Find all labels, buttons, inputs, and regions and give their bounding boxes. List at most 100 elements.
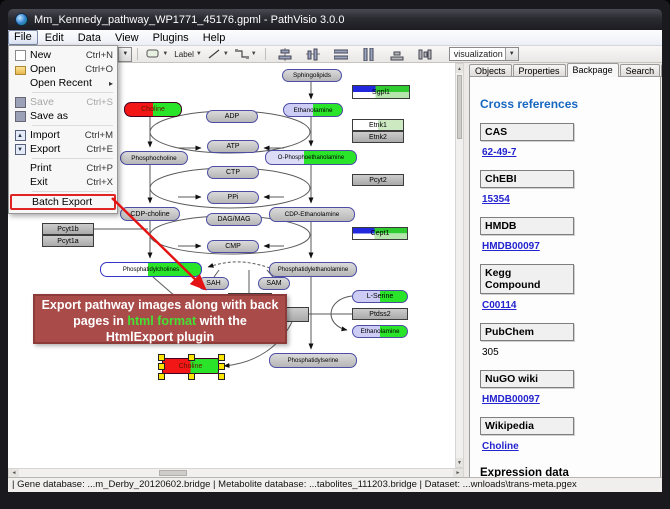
pathway-node-atp[interactable]: ATP <box>207 140 259 153</box>
pathway-node-pcyt1b[interactable]: Pcyt1b <box>42 223 94 235</box>
pathway-node-cmp[interactable]: CMP <box>207 240 259 253</box>
toolbar-separator <box>137 48 138 60</box>
menu-view[interactable]: View <box>108 31 146 45</box>
pathway-node-ppi[interactable]: PPi <box>207 191 259 204</box>
application-body: FileEditDataViewPluginsHelp Zoom: 100% ▼… <box>8 30 662 492</box>
datanode-tool-button[interactable]: ▼ <box>145 47 169 62</box>
scrollbar-thumb[interactable] <box>457 75 462 139</box>
align-middle-button[interactable] <box>305 47 321 62</box>
open-folder-icon <box>10 64 30 75</box>
selection-handle[interactable] <box>158 363 165 370</box>
file-menu-item-export[interactable]: ▼ExportCtrl+E <box>10 142 116 156</box>
connector-tool-button[interactable]: ▼ <box>234 47 258 62</box>
chevron-down-icon[interactable]: ▼ <box>118 48 131 61</box>
pathway-node-o-phosphoethanolamine[interactable]: O-Phosphoethanolamine <box>265 150 357 165</box>
title-bar[interactable]: Mm_Kennedy_pathway_WP1771_45176.gpml - P… <box>8 9 662 30</box>
pathway-node-cdp-ethanolamine[interactable]: CDP-Ethanolamine <box>269 207 355 222</box>
chevron-down-icon[interactable]: ▼ <box>162 51 168 57</box>
pathway-node-phosphatidylcholines[interactable]: Phosphatidylcholines <box>100 262 202 277</box>
callout-line-3: HtmlExport plugin <box>35 329 285 345</box>
pathway-node-etnk2[interactable]: Etnk2 <box>352 131 404 143</box>
reference-value[interactable]: HMDB00097 <box>482 394 660 405</box>
label-tool-text: Label <box>174 50 194 59</box>
file-menu-item-save-as[interactable]: Save as <box>10 109 116 123</box>
reference-value[interactable]: Choline <box>482 441 660 452</box>
menu-file[interactable]: File <box>8 30 38 45</box>
menu-help[interactable]: Help <box>196 31 233 45</box>
file-menu-item-new[interactable]: NewCtrl+N <box>10 48 116 62</box>
pathway-node-sphingolipids[interactable]: Sphingolipids <box>282 69 342 82</box>
selection-handle[interactable] <box>188 354 195 361</box>
pathway-node-choline[interactable]: Choline <box>124 102 182 117</box>
pathway-node-ethanolamine[interactable]: Ethanolamine <box>352 325 408 338</box>
reference-value[interactable]: 15354 <box>482 194 660 205</box>
file-menu-item-open-recent[interactable]: Open Recent▸ <box>10 76 116 90</box>
menu-data[interactable]: Data <box>71 31 108 45</box>
label-tool-button[interactable]: Label ▼ <box>173 47 203 62</box>
pathway-node-sam[interactable]: SAM <box>258 277 290 290</box>
reference-link[interactable]: 15354 <box>482 194 510 205</box>
scroll-left-icon[interactable]: ◄ <box>9 469 19 477</box>
visualization-combobox[interactable]: visualization ▼ <box>449 47 519 61</box>
distribute-horizontal-button[interactable] <box>333 47 349 62</box>
pathway-node-l-serine[interactable]: L-Serine <box>352 290 408 303</box>
pathway-node-pcyt1a[interactable]: Pcyt1a <box>42 235 94 247</box>
pathway-node-cept1[interactable]: Cept1 <box>352 227 408 240</box>
align-center-button[interactable] <box>277 47 293 62</box>
reference-link[interactable]: 62-49-7 <box>482 147 516 158</box>
pathway-node-etnk1[interactable]: Etnk1 <box>352 119 404 131</box>
pathway-node-dag-mag[interactable]: DAG/MAG <box>206 213 262 226</box>
chevron-down-icon[interactable]: ▼ <box>223 51 229 57</box>
selection-handle[interactable] <box>188 373 195 380</box>
distribute-vertical-button[interactable] <box>361 47 377 62</box>
pathway-node-ethanolamine[interactable]: Ethanolamine <box>283 103 343 117</box>
datanode-icon <box>146 48 160 60</box>
pathway-node-sgpl1[interactable]: Sgpl1 <box>352 85 410 99</box>
pathway-node-adp[interactable]: ADP <box>206 110 258 123</box>
stack-horizontal-button[interactable] <box>389 47 405 62</box>
pathway-node-ptdss2[interactable]: Ptdss2 <box>352 308 408 320</box>
selection-handle[interactable] <box>218 354 225 361</box>
menu-edit[interactable]: Edit <box>38 31 71 45</box>
canvas-vertical-scrollbar[interactable]: ▲ ▼ <box>455 63 464 468</box>
menu-separator <box>32 158 113 159</box>
scroll-down-icon[interactable]: ▼ <box>456 458 463 467</box>
pathway-node-cdp-choline[interactable]: CDP-choline <box>120 207 180 221</box>
reference-link[interactable]: C00114 <box>482 300 516 311</box>
file-menu-item-label: New <box>30 49 86 61</box>
file-menu-item-label: Save as <box>30 110 113 122</box>
reference-value[interactable]: C00114 <box>482 300 660 311</box>
reference-link[interactable]: HMDB00097 <box>482 394 540 405</box>
line-tool-button[interactable]: ▼ <box>207 47 230 62</box>
menu-plugins[interactable]: Plugins <box>146 31 196 45</box>
pathway-node-phosphatidylserine[interactable]: Phosphatidylserine <box>269 353 357 368</box>
reference-value[interactable]: HMDB00097 <box>482 241 660 252</box>
reference-link[interactable]: Choline <box>482 441 519 452</box>
selection-handle[interactable] <box>218 363 225 370</box>
selection-handle[interactable] <box>158 354 165 361</box>
tab-legend[interactable]: Legend <box>661 64 662 77</box>
scroll-right-icon[interactable]: ► <box>453 469 463 477</box>
file-menu-item-import[interactable]: ▲ImportCtrl+M <box>10 128 116 142</box>
chevron-down-icon[interactable]: ▼ <box>196 51 202 57</box>
tab-backpage[interactable]: Backpage <box>567 63 619 77</box>
chevron-down-icon[interactable]: ▼ <box>251 51 257 57</box>
file-menu-item-save[interactable]: SaveCtrl+S <box>10 95 116 109</box>
pathway-node-pcyt2[interactable]: Pcyt2 <box>352 174 404 186</box>
chevron-down-icon[interactable]: ▼ <box>505 48 518 60</box>
pathway-node-phosphocholine[interactable]: Phosphocholine <box>120 151 188 165</box>
scroll-up-icon[interactable]: ▲ <box>456 64 463 73</box>
scrollbar-thumb[interactable] <box>159 470 187 476</box>
pathway-node-sah[interactable]: SAH <box>198 277 229 290</box>
selection-handle[interactable] <box>218 373 225 380</box>
file-menu-item-exit[interactable]: ExitCtrl+X <box>10 175 116 189</box>
selection-handle[interactable] <box>158 373 165 380</box>
pathway-node-phosphatidylethanolamine[interactable]: Phosphatidylethanolamine <box>269 262 357 277</box>
file-menu-item-print[interactable]: PrintCtrl+P <box>10 161 116 175</box>
reference-link[interactable]: HMDB00097 <box>482 241 540 252</box>
file-menu-item-open[interactable]: OpenCtrl+O <box>10 62 116 76</box>
stack-vertical-button[interactable] <box>417 47 433 62</box>
pathway-node-ctp[interactable]: CTP <box>207 166 259 179</box>
file-menu-item-batch-export[interactable]: Batch Export <box>10 194 116 210</box>
reference-value[interactable]: 62-49-7 <box>482 147 660 158</box>
